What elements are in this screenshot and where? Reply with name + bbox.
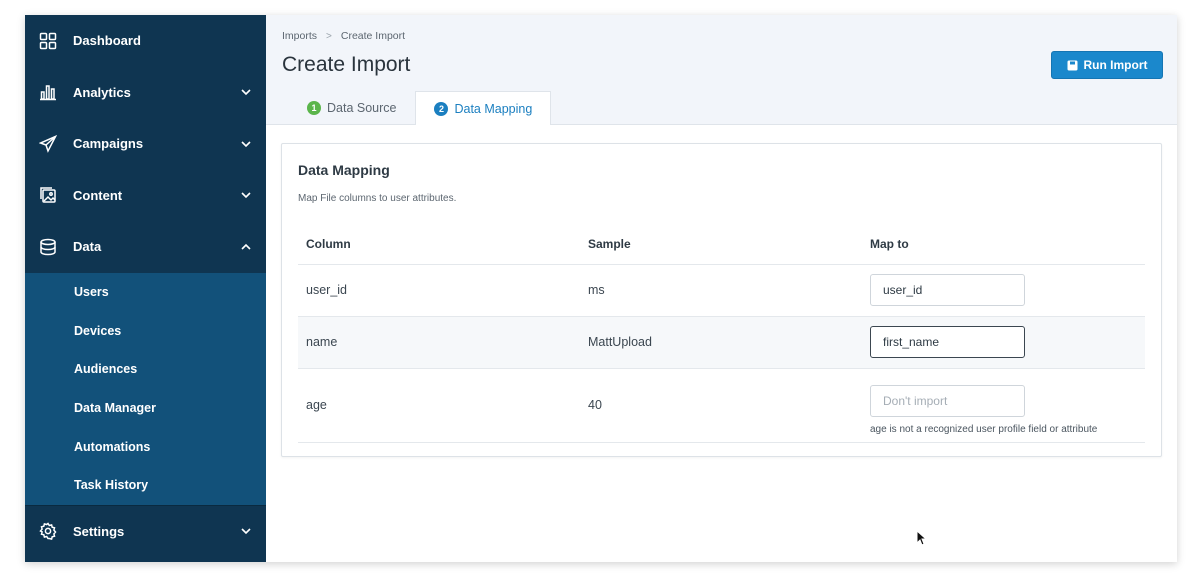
subnav-item-audiences[interactable]: Audiences [25,350,266,389]
cell-column: name [298,316,580,369]
sidebar-item-label: Data [73,239,102,255]
subnav-item-devices[interactable]: Devices [25,311,266,350]
chevron-down-icon [240,138,252,150]
breadcrumb-current: Create Import [340,30,406,42]
tab-label: Data Source [327,101,397,115]
sidebar-item-data[interactable]: Data [25,221,266,273]
campaigns-icon [38,134,58,154]
column-header-map-to: Map to [862,224,1145,265]
card-title: Data Mapping [298,162,390,178]
chevron-down-icon [240,86,252,98]
table-row: user_id ms [298,264,1145,317]
page-header: Imports > Create Import Create Import Ru… [266,15,1177,125]
mouse-cursor-icon [916,530,928,546]
run-import-button[interactable]: Run Import [1051,51,1163,79]
map-to-input[interactable] [870,384,1025,417]
sidebar-item-analytics[interactable]: Analytics [25,67,266,119]
main-area: Imports > Create Import Create Import Ru… [266,15,1177,562]
mapping-table: Column Sample Map to user_id ms user_id … [298,224,1145,443]
app-window: Dashboard Analytics Campaigns Content Da… [25,15,1177,562]
content-icon [38,185,58,205]
sidebar-item-label: Campaigns [73,136,144,152]
cell-map-to [862,316,1145,369]
analytics-icon [38,82,58,102]
map-to-input[interactable] [870,326,1025,358]
sidebar-item-label: Settings [73,523,125,539]
page-title: Create Import [282,53,411,76]
chevron-down-icon [240,525,252,537]
breadcrumb-imports[interactable]: Imports [282,30,317,42]
field-warning-text: age is not a recognized user profile fie… [870,423,1098,435]
sidebar-item-label: Content [73,187,123,203]
sidebar-item-label: Dashboard [73,33,141,49]
step-number-badge: 1 [307,101,321,115]
cell-map-to: age is not a recognized user profile fie… [862,368,1145,443]
subnav-item-task-history[interactable]: Task History [25,466,266,505]
subnav-item-users[interactable]: Users [25,273,266,312]
cell-column: user_id [298,264,580,317]
run-import-label: Run Import [1083,58,1148,72]
column-header-column: Column [298,224,580,265]
sidebar-item-dashboard[interactable]: Dashboard [25,15,266,67]
sidebar-item-settings[interactable]: Settings [25,505,266,557]
table-row: age 40 age is not a recognized user prof… [298,368,1145,443]
table-row: name MattUpload [298,316,1145,369]
cell-sample: 40 [580,368,862,443]
map-to-input[interactable] [870,274,1025,306]
cell-sample: MattUpload [580,316,862,369]
card-subtitle: Map File columns to user attributes. [298,193,457,204]
subnav-item-data-manager[interactable]: Data Manager [25,389,266,428]
data-subnav: Users Devices Audiences Data Manager Aut… [25,272,266,505]
sidebar-item-campaigns[interactable]: Campaigns [25,118,266,170]
breadcrumb: Imports > Create Import [282,30,405,42]
content-area: Data Mapping Map File columns to user at… [266,125,1177,475]
data-mapping-card: Data Mapping Map File columns to user at… [281,143,1162,457]
tab-data-source[interactable]: 1 Data Source [288,91,415,124]
chevron-right-icon: > [326,30,332,42]
chevron-up-icon [240,241,252,253]
dashboard-icon [38,31,58,51]
step-number-badge: 2 [434,101,449,116]
tab-data-mapping[interactable]: 2 Data Mapping [415,91,552,125]
step-tabs: 1 Data Source 2 Data Mapping [288,91,552,125]
tab-label: Data Mapping [454,101,533,116]
data-icon [38,237,58,257]
sidebar-item-label: Analytics [73,84,131,100]
sidebar: Dashboard Analytics Campaigns Content Da… [25,15,266,562]
save-icon [1067,60,1078,71]
cell-map-to [862,264,1145,317]
column-header-sample: Sample [580,224,862,265]
subnav-item-automations[interactable]: Automations [25,427,266,466]
gear-icon [38,521,58,541]
chevron-down-icon [240,189,252,201]
cell-column: age [298,368,580,443]
cell-sample: ms [580,264,862,317]
sidebar-item-content[interactable]: Content [25,170,266,222]
